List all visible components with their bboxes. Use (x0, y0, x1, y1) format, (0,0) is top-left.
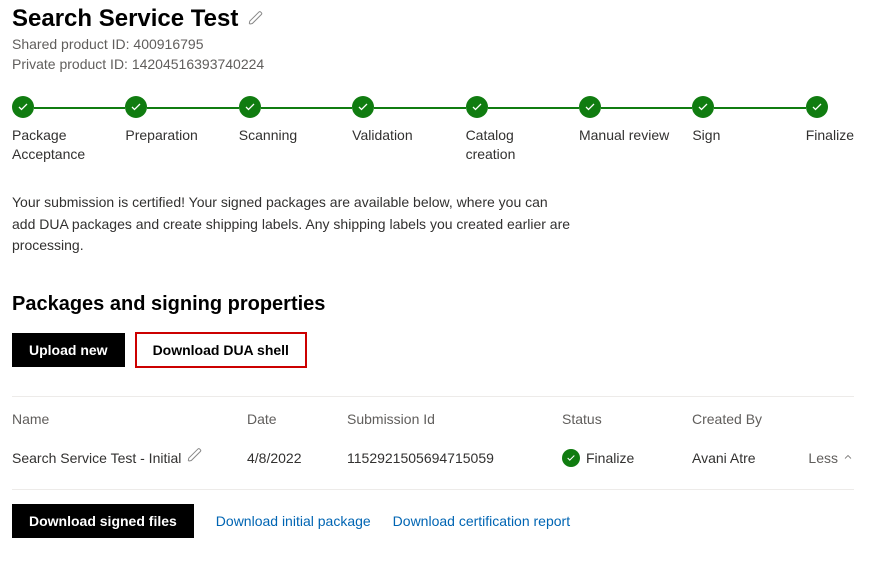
step-scanning: Scanning (239, 96, 352, 164)
step-complete-icon (12, 96, 34, 118)
status-check-icon (562, 449, 580, 467)
submission-name: Search Service Test - Initial (12, 448, 181, 469)
step-manual-review: Manual review (579, 96, 692, 164)
step-label: Sign (692, 126, 720, 145)
cell-date: 4/8/2022 (247, 450, 347, 466)
step-package-acceptance: Package Acceptance (12, 96, 125, 164)
status-message: Your submission is certified! Your signe… (12, 192, 572, 257)
edit-title-icon[interactable] (248, 10, 264, 29)
title-row: Search Service Test (12, 5, 854, 33)
step-finalize: Finalize (806, 96, 854, 164)
row-toggle[interactable]: Less (802, 450, 854, 466)
status-text: Finalize (586, 450, 634, 466)
shared-id-label: Shared product ID: (12, 36, 133, 52)
download-initial-package-link[interactable]: Download initial package (216, 513, 371, 529)
step-complete-icon (466, 96, 488, 118)
step-label: Validation (352, 126, 412, 145)
packages-button-row: Upload new Download DUA shell (12, 332, 854, 368)
download-cert-report-link[interactable]: Download certification report (393, 513, 570, 529)
upload-new-button[interactable]: Upload new (12, 333, 125, 367)
step-label: Catalog creation (466, 126, 566, 164)
private-id-value: 14204516393740224 (132, 56, 264, 72)
col-header-submission: Submission Id (347, 411, 562, 427)
edit-row-icon[interactable] (187, 447, 203, 469)
progress-stepper: Package Acceptance Preparation Scanning … (12, 96, 854, 164)
step-complete-icon (239, 96, 261, 118)
step-label: Finalize (806, 126, 854, 145)
col-header-name: Name (12, 411, 247, 427)
step-label: Package Acceptance (12, 126, 112, 164)
cell-name: Search Service Test - Initial (12, 447, 247, 469)
step-complete-icon (692, 96, 714, 118)
page-title: Search Service Test (12, 5, 238, 33)
shared-id-value: 400916795 (133, 36, 203, 52)
col-header-date: Date (247, 411, 347, 427)
step-label: Manual review (579, 126, 669, 145)
step-validation: Validation (352, 96, 465, 164)
row-actions: Download signed files Download initial p… (12, 504, 854, 538)
toggle-label: Less (808, 450, 838, 466)
step-label: Scanning (239, 126, 297, 145)
step-preparation: Preparation (125, 96, 238, 164)
step-complete-icon (352, 96, 374, 118)
step-complete-icon (579, 96, 601, 118)
product-ids: Shared product ID: 400916795 Private pro… (12, 35, 854, 74)
table-header-row: Name Date Submission Id Status Created B… (12, 397, 854, 433)
step-catalog-creation: Catalog creation (466, 96, 579, 164)
submissions-table: Name Date Submission Id Status Created B… (12, 396, 854, 490)
cell-submission-id: 1152921505694715059 (347, 450, 562, 466)
step-complete-icon (125, 96, 147, 118)
cell-created-by: Avani Atre (692, 450, 802, 466)
step-sign: Sign (692, 96, 805, 164)
packages-section-title: Packages and signing properties (12, 293, 854, 316)
cell-status: Finalize (562, 449, 692, 467)
col-header-status: Status (562, 411, 692, 427)
step-label: Preparation (125, 126, 197, 145)
download-signed-files-button[interactable]: Download signed files (12, 504, 194, 538)
table-row: Search Service Test - Initial 4/8/2022 1… (12, 433, 854, 490)
download-dua-shell-button[interactable]: Download DUA shell (135, 332, 307, 368)
chevron-up-icon (842, 450, 854, 466)
col-header-created: Created By (692, 411, 802, 427)
private-id-label: Private product ID: (12, 56, 132, 72)
step-complete-icon (806, 96, 828, 118)
